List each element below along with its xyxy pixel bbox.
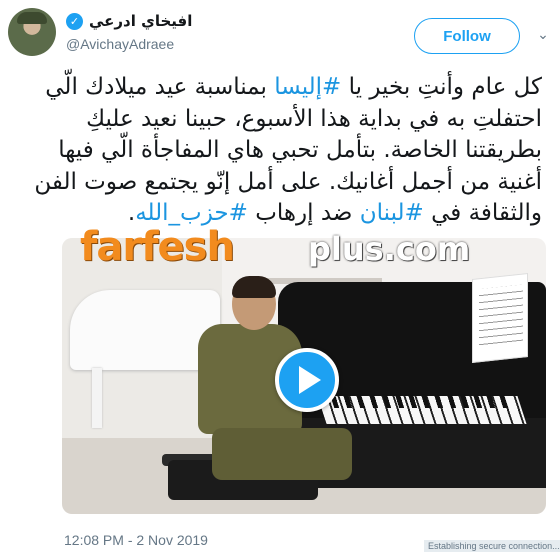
- tweet-text: كل عام وأنتِ بخير يا #إليسا بمناسبة عيد …: [20, 72, 542, 230]
- piano-black-keys: [329, 394, 515, 408]
- white-piano-leg: [92, 368, 102, 428]
- tweet-text-segment: ضد إرهاب: [247, 200, 360, 226]
- chevron-down-icon[interactable]: ⌄: [534, 26, 552, 44]
- avatar[interactable]: [8, 8, 56, 56]
- play-triangle: [299, 366, 321, 394]
- user-handle[interactable]: @AvichayAdraee: [66, 36, 174, 52]
- user-display-name[interactable]: افيخاي ادرعي ✓: [66, 10, 192, 32]
- sheet-music: [472, 273, 528, 363]
- avatar-cap: [17, 12, 47, 24]
- browser-status-bar: Establishing secure connection...: [424, 540, 560, 552]
- tweet-text-segment: كل عام وأنتِ بخير يا: [341, 74, 542, 100]
- tweet-card: افيخاي ادرعي ✓ @AvichayAdraee Follow ⌄ ك…: [0, 0, 560, 552]
- hashtag-link[interactable]: #لبنان: [360, 200, 424, 226]
- hashtag-link[interactable]: #حزب_الله: [135, 200, 248, 226]
- display-name-text[interactable]: افيخاي ادرعي: [89, 12, 192, 30]
- pianist-legs: [212, 428, 352, 480]
- pianist-hair: [232, 276, 276, 298]
- follow-button[interactable]: Follow: [414, 18, 520, 54]
- play-icon[interactable]: [275, 348, 339, 412]
- verified-badge-icon: ✓: [66, 12, 83, 30]
- hashtag-link[interactable]: #إليسا: [274, 74, 341, 100]
- video-thumbnail[interactable]: [62, 238, 546, 514]
- tweet-timestamp[interactable]: 12:08 PM - 2 Nov 2019: [64, 532, 208, 548]
